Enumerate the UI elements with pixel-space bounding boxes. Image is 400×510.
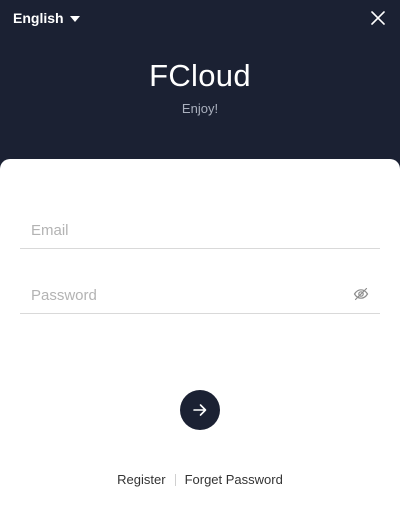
email-field-container <box>20 212 380 249</box>
eye-off-icon[interactable] <box>353 286 369 302</box>
arrow-right-icon <box>193 404 207 416</box>
language-selector[interactable]: English <box>13 10 80 26</box>
language-label: English <box>13 10 64 26</box>
login-card: Register Forget Password <box>0 159 400 510</box>
login-submit-button[interactable] <box>180 390 220 430</box>
app-title: FCloud <box>149 58 251 93</box>
forget-password-link[interactable]: Forget Password <box>185 472 283 487</box>
auth-links: Register Forget Password <box>0 472 400 487</box>
register-link[interactable]: Register <box>117 472 165 487</box>
password-field-container <box>20 277 380 314</box>
email-input[interactable] <box>20 212 351 248</box>
login-header: English FCloud Enjoy! <box>0 0 400 170</box>
app-tagline: Enjoy! <box>181 101 219 116</box>
close-icon[interactable] <box>370 10 386 26</box>
caret-down-icon <box>69 15 80 22</box>
password-input[interactable] <box>20 277 351 313</box>
link-divider <box>174 473 176 486</box>
